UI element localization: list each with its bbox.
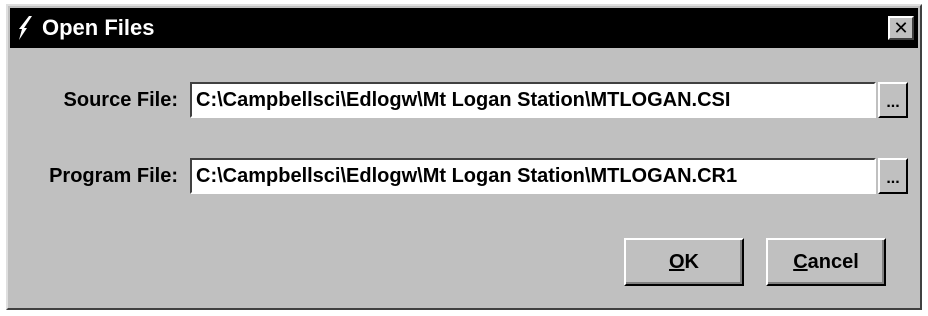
close-icon: ✕ xyxy=(893,18,909,38)
program-file-label: Program File: xyxy=(49,165,178,187)
ok-button[interactable]: OK xyxy=(624,238,744,286)
title-bar[interactable]: Open Files ✕ xyxy=(10,8,918,48)
program-file-input[interactable]: C:\Campbellsci\Edlogw\Mt Logan Station\M… xyxy=(190,158,876,194)
dialog-title: Open Files xyxy=(42,15,155,40)
source-file-input[interactable]: C:\Campbellsci\Edlogw\Mt Logan Station\M… xyxy=(190,82,876,118)
source-browse-button[interactable]: ... xyxy=(878,82,908,118)
cancel-label-rest: ancel xyxy=(807,250,859,273)
open-files-dialog: Open Files ✕ Source File: C:\Campbellsci… xyxy=(6,4,922,310)
cancel-button[interactable]: Cancel xyxy=(766,238,886,286)
program-browse-button[interactable]: ... xyxy=(878,158,908,194)
ok-label-rest: K xyxy=(684,250,699,273)
source-file-label: Source File: xyxy=(63,89,178,111)
ok-mnemonic: O xyxy=(668,250,685,273)
cancel-mnemonic: C xyxy=(793,250,808,273)
close-button[interactable]: ✕ xyxy=(888,16,914,40)
lightning-bolt-icon xyxy=(19,16,32,40)
